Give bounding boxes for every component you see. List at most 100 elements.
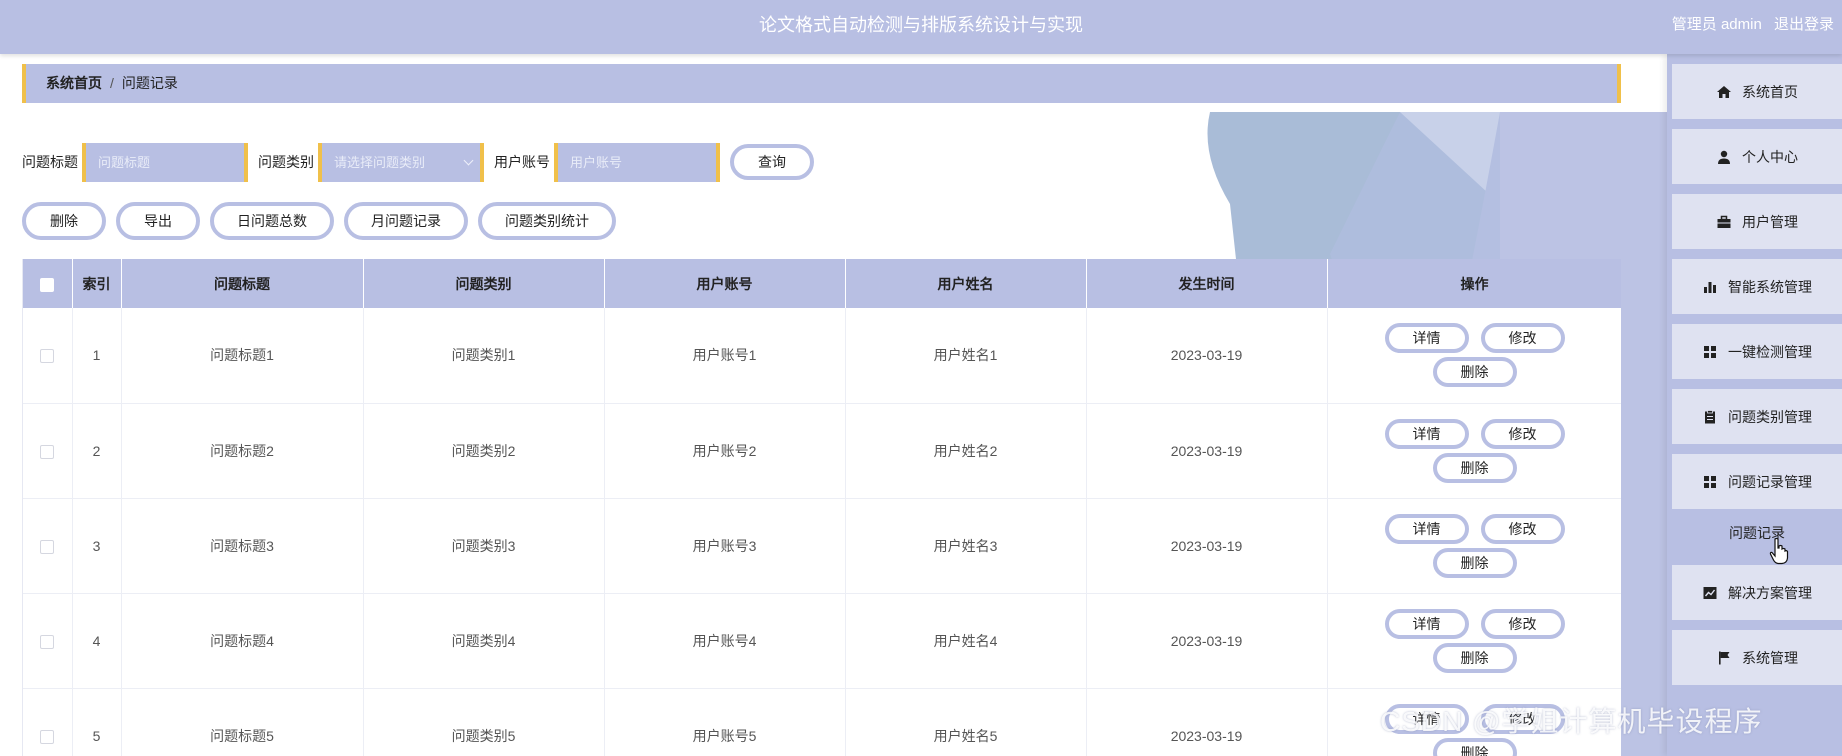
row-category: 问题类别2: [363, 403, 605, 499]
breadcrumb-current: 问题记录: [121, 75, 178, 91]
column-header: 问题标题: [121, 259, 364, 308]
breadcrumb: 系统首页 / 问题记录: [22, 64, 1621, 103]
edit-button[interactable]: 修改: [1480, 608, 1565, 639]
line-chart-icon: [1703, 586, 1717, 599]
sidebar-item-solution-mgmt[interactable]: 解决方案管理: [1672, 565, 1842, 620]
edit-button[interactable]: 修改: [1480, 513, 1565, 544]
sidebar-item-home[interactable]: 系统首页: [1672, 64, 1842, 119]
records-table-container: 索引 问题标题 问题类别 用户账号 用户姓名 发生时间 操作 1 问题标题1 问…: [22, 259, 1621, 756]
delete-button[interactable]: 删除: [1432, 452, 1517, 483]
row-operations: 详情 修改 删除: [1327, 498, 1621, 594]
export-button[interactable]: 导出: [116, 202, 200, 240]
row-checkbox[interactable]: [40, 444, 55, 459]
row-checkbox[interactable]: [40, 539, 55, 554]
home-icon: [1717, 85, 1731, 98]
row-time: 2023-03-19: [1086, 308, 1328, 404]
sidebar-item-system-mgmt[interactable]: 系统管理: [1672, 630, 1842, 685]
delete-button[interactable]: 删除: [1432, 642, 1517, 673]
sidebar-item-label: 问题记录管理: [1728, 473, 1812, 490]
delete-button[interactable]: 删除: [1432, 737, 1517, 756]
search-form: 问题标题 问题类别 请选择问题类别 用户账号 查询: [22, 142, 814, 182]
row-title: 问题标题1: [121, 308, 364, 404]
detail-button[interactable]: 详情: [1384, 418, 1469, 449]
detail-button[interactable]: 详情: [1384, 323, 1469, 354]
column-header: 用户账号: [604, 259, 846, 308]
row-category: 问题类别4: [363, 593, 605, 689]
records-table: 索引 问题标题 问题类别 用户账号 用户姓名 发生时间 操作 1 问题标题1 问…: [23, 259, 1621, 756]
delete-button[interactable]: 删除: [1432, 547, 1517, 578]
batch-delete-button[interactable]: 删除: [22, 202, 106, 240]
logout-link[interactable]: 退出登录: [1774, 16, 1834, 33]
chevron-down-icon: [463, 155, 474, 165]
row-name: 用户姓名2: [845, 403, 1087, 499]
row-name: 用户姓名4: [845, 593, 1087, 689]
row-name: 用户姓名5: [845, 688, 1087, 756]
hand-pointer-icon: [1769, 537, 1789, 565]
app-title: 论文格式自动检测与排版系统设计与实现: [759, 15, 1083, 35]
title-filter-label: 问题标题: [22, 154, 78, 170]
row-title: 问题标题4: [121, 593, 364, 689]
column-header: 索引: [72, 259, 122, 308]
sidebar-item-label: 用户管理: [1742, 213, 1798, 230]
row-name: 用户姓名3: [845, 498, 1087, 594]
account-filter-field: [554, 142, 720, 182]
watermark: CSDN @学姐计算机毕设程序: [1380, 706, 1763, 737]
sidebar-item-problem-category[interactable]: 问题类别管理: [1672, 389, 1842, 444]
row-account: 用户账号5: [604, 688, 846, 756]
edit-button[interactable]: 修改: [1480, 418, 1565, 449]
row-title: 问题标题3: [121, 498, 364, 594]
category-select[interactable]: 请选择问题类别: [318, 142, 484, 182]
row-checkbox[interactable]: [40, 349, 55, 364]
row-operations: 详情 修改 删除: [1327, 593, 1621, 689]
row-account: 用户账号3: [604, 498, 846, 594]
row-time: 2023-03-19: [1086, 403, 1328, 499]
sidebar-nav: 系统首页 个人中心 用户管理 智能系统管理 一键检测管理 问题类别管理 问题记录…: [1667, 54, 1842, 756]
row-index: 5: [72, 688, 122, 756]
user-area: 管理员 admin 退出登录: [1664, 0, 1834, 50]
table-row: 3 问题标题3 问题类别3 用户账号3 用户姓名3 2023-03-19 详情 …: [23, 498, 1621, 594]
account-filter-label: 用户账号: [494, 154, 550, 170]
action-toolbar: 删除 导出 日问题总数 月问题记录 问题类别统计: [22, 202, 626, 240]
sidebar-item-smart-system[interactable]: 智能系统管理: [1672, 259, 1842, 314]
delete-button[interactable]: 删除: [1432, 357, 1517, 388]
sidebar-item-problem-record-mgmt[interactable]: 问题记录管理: [1672, 454, 1842, 509]
row-time: 2023-03-19: [1086, 498, 1328, 594]
category-filter-label: 问题类别: [258, 154, 314, 170]
row-index: 1: [72, 308, 122, 404]
category-stats-button[interactable]: 问题类别统计: [478, 202, 616, 240]
account-filter-input[interactable]: [570, 154, 716, 170]
monthly-record-button[interactable]: 月问题记录: [344, 202, 468, 240]
row-time: 2023-03-19: [1086, 688, 1328, 756]
title-filter-input[interactable]: [98, 154, 244, 170]
breadcrumb-home[interactable]: 系统首页: [46, 75, 102, 91]
select-all-checkbox[interactable]: [40, 277, 55, 292]
sidebar-subitem-problem-record[interactable]: 问题记录: [1672, 509, 1842, 557]
sidebar-item-one-click-detect[interactable]: 一键检测管理: [1672, 324, 1842, 379]
column-header: 用户姓名: [845, 259, 1087, 308]
row-operations: 详情 修改 删除: [1327, 308, 1621, 404]
row-account: 用户账号2: [604, 403, 846, 499]
row-checkbox[interactable]: [40, 729, 55, 744]
row-checkbox[interactable]: [40, 634, 55, 649]
column-header: 操作: [1327, 259, 1621, 308]
detail-button[interactable]: 详情: [1384, 513, 1469, 544]
detail-button[interactable]: 详情: [1384, 608, 1469, 639]
row-title: 问题标题5: [121, 688, 364, 756]
sidebar-item-label: 系统首页: [1742, 83, 1798, 100]
query-button[interactable]: 查询: [730, 144, 814, 180]
table-header-row: 索引 问题标题 问题类别 用户账号 用户姓名 发生时间 操作: [23, 259, 1621, 308]
row-name: 用户姓名1: [845, 308, 1087, 404]
briefcase-icon: [1717, 215, 1731, 228]
sidebar-item-label: 解决方案管理: [1728, 584, 1812, 601]
grid-icon: [1704, 475, 1716, 488]
column-header: 发生时间: [1086, 259, 1328, 308]
edit-button[interactable]: 修改: [1480, 323, 1565, 354]
sidebar-item-users[interactable]: 用户管理: [1672, 194, 1842, 249]
daily-count-button[interactable]: 日问题总数: [210, 202, 334, 240]
sidebar-item-label: 智能系统管理: [1728, 278, 1812, 295]
table-row: 1 问题标题1 问题类别1 用户账号1 用户姓名1 2023-03-19 详情 …: [23, 308, 1621, 404]
top-header: 论文格式自动检测与排版系统设计与实现 管理员 admin 退出登录: [0, 0, 1842, 54]
sidebar-item-label: 个人中心: [1742, 148, 1798, 165]
sidebar-item-profile[interactable]: 个人中心: [1672, 129, 1842, 184]
row-category: 问题类别3: [363, 498, 605, 594]
